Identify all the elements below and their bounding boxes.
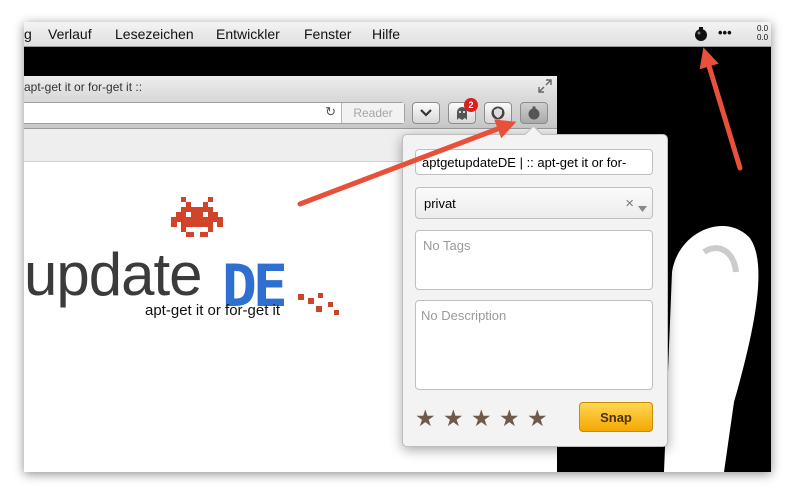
- annotation-arrows: [297, 47, 743, 207]
- arrow-to-menubar-icon: [699, 47, 743, 171]
- arrow-to-extension-button: [297, 119, 517, 207]
